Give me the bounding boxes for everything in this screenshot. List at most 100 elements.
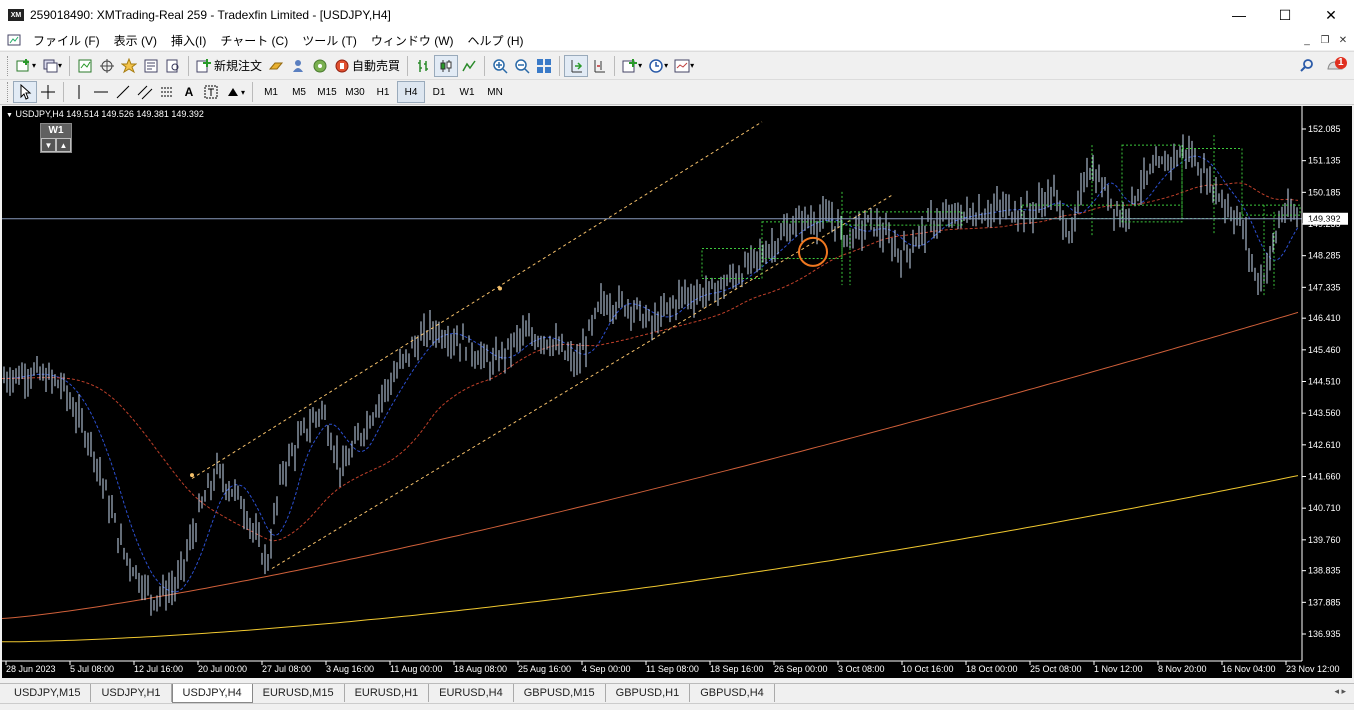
- price-axis-label: 139.760: [1308, 535, 1341, 545]
- menu-window[interactable]: ウィンドウ (W): [364, 32, 461, 49]
- status-bar: [0, 703, 1354, 710]
- auto-scroll-button[interactable]: [564, 54, 589, 77]
- price-axis-label: 143.560: [1308, 408, 1341, 418]
- minimize-button[interactable]: —: [1216, 0, 1262, 30]
- time-axis-label: 4 Sep 00:00: [582, 664, 631, 674]
- time-axis-label: 18 Sep 16:00: [710, 664, 764, 674]
- new-chart-button[interactable]: ▾: [13, 55, 39, 77]
- close-button[interactable]: ✕: [1308, 0, 1354, 30]
- chart-shift-button[interactable]: [588, 55, 610, 77]
- text-label-icon: [204, 85, 218, 99]
- text-tool-button[interactable]: A: [178, 81, 200, 103]
- metaeditor-button[interactable]: [265, 55, 287, 77]
- market-watch-button[interactable]: [74, 55, 96, 77]
- timeframe-m15[interactable]: M15: [313, 81, 341, 103]
- templates-icon: [674, 59, 690, 72]
- price-axis-label: 147.335: [1308, 282, 1341, 292]
- menu-chart[interactable]: チャート (C): [213, 32, 295, 49]
- templates-button[interactable]: ▾: [671, 55, 697, 77]
- data-window-button[interactable]: [96, 55, 118, 77]
- mdi-close-button[interactable]: ✕: [1336, 33, 1350, 47]
- chart-shift-icon: [594, 59, 606, 72]
- time-axis-label: 11 Sep 08:00: [646, 664, 699, 674]
- time-axis-label: 12 Jul 16:00: [134, 664, 183, 674]
- price-axis-label: 136.935: [1308, 629, 1341, 639]
- periods-button[interactable]: ▾: [645, 55, 671, 77]
- tile-windows-button[interactable]: [533, 55, 555, 77]
- tab-gbpusd-m15[interactable]: GBPUSD,M15: [514, 684, 606, 702]
- symbol-tab-bar: USDJPY,M15 USDJPY,H1 USDJPY,H4 EURUSD,M1…: [0, 683, 1354, 703]
- timeframe-h4[interactable]: H4: [397, 81, 426, 103]
- timeframe-d1[interactable]: D1: [425, 81, 453, 103]
- price-axis-label: 140.710: [1308, 503, 1341, 513]
- notifications-button[interactable]: 1: [1322, 55, 1350, 77]
- community-button[interactable]: [287, 55, 309, 77]
- bar-chart-button[interactable]: [412, 55, 434, 77]
- new-order-button[interactable]: 新規注文: [193, 55, 265, 77]
- tab-usdjpy-h1[interactable]: USDJPY,H1: [91, 684, 172, 702]
- navigator-button[interactable]: [118, 55, 140, 77]
- menu-help[interactable]: ヘルプ (H): [461, 32, 531, 49]
- timeframe-mn[interactable]: MN: [481, 81, 509, 103]
- search-icon: [1300, 58, 1313, 72]
- maximize-button[interactable]: ☐: [1262, 0, 1308, 30]
- text-label-button[interactable]: [200, 81, 222, 103]
- price-axis-label: 150.185: [1308, 187, 1341, 197]
- crosshair-tool-button[interactable]: [37, 81, 59, 103]
- search-button[interactable]: [1296, 55, 1318, 77]
- horizontal-line-button[interactable]: [90, 81, 112, 103]
- tab-eurusd-h4[interactable]: EURUSD,H4: [429, 684, 514, 702]
- tab-scroll-arrows[interactable]: ◂ ▸: [1334, 686, 1346, 697]
- mdi-minimize-button[interactable]: _: [1300, 33, 1314, 47]
- window-title: 259018490: XMTrading-Real 259 - Tradexfi…: [30, 8, 391, 22]
- profiles-button[interactable]: ▾: [39, 55, 65, 77]
- period-down-icon[interactable]: ▼: [42, 139, 55, 151]
- time-axis-label: 25 Aug 16:00: [518, 664, 571, 674]
- tab-eurusd-h1[interactable]: EURUSD,H1: [345, 684, 430, 702]
- line-chart-button[interactable]: [458, 55, 480, 77]
- trendline-button[interactable]: [112, 81, 134, 103]
- timeframe-m30[interactable]: M30: [341, 81, 369, 103]
- equidistant-channel-button[interactable]: [134, 81, 156, 103]
- chart-canvas[interactable]: 149.392 152.085151.135150.185149.235148.…: [2, 106, 1352, 678]
- fibonacci-button[interactable]: [156, 81, 178, 103]
- zoom-out-button[interactable]: [511, 55, 533, 77]
- chart-header: ▼ USDJPY,H4 149.514 149.526 149.381 149.…: [6, 109, 204, 119]
- crosshair-icon: [41, 85, 55, 99]
- tab-eurusd-m15[interactable]: EURUSD,M15: [253, 684, 345, 702]
- candlestick-chart-button[interactable]: [434, 54, 459, 77]
- tab-gbpusd-h1[interactable]: GBPUSD,H1: [606, 684, 691, 702]
- menu-tools[interactable]: ツール (T): [295, 32, 364, 49]
- time-axis-label: 28 Jun 2023: [6, 664, 56, 674]
- mdi-restore-button[interactable]: ❐: [1318, 33, 1332, 47]
- tab-usdjpy-m15[interactable]: USDJPY,M15: [4, 684, 92, 702]
- menu-file[interactable]: ファイル (F): [26, 32, 107, 49]
- clock-icon: [649, 58, 663, 73]
- arrows-button[interactable]: ▾: [222, 81, 248, 103]
- arrows-icon: [228, 88, 238, 96]
- price-axis-label: 148.285: [1308, 251, 1341, 261]
- timeframe-m1[interactable]: M1: [257, 81, 285, 103]
- timeframe-w1[interactable]: W1: [453, 81, 481, 103]
- cursor-tool-button[interactable]: [13, 81, 37, 103]
- tile-windows-icon: [537, 58, 552, 73]
- tab-usdjpy-h4[interactable]: USDJPY,H4: [171, 684, 253, 703]
- menu-insert[interactable]: 挿入(I): [164, 32, 213, 49]
- timeframe-m5[interactable]: M5: [285, 81, 313, 103]
- price-axis-label: 138.835: [1308, 566, 1341, 576]
- terminal-button[interactable]: [140, 55, 162, 77]
- zoom-in-button[interactable]: [489, 55, 511, 77]
- period-up-icon[interactable]: ▲: [57, 139, 70, 151]
- tab-gbpusd-h4[interactable]: GBPUSD,H4: [690, 684, 775, 702]
- strategy-tester-button[interactable]: [162, 55, 184, 77]
- indicators-button[interactable]: ▾: [619, 55, 645, 77]
- menu-view[interactable]: 表示 (V): [107, 32, 164, 49]
- chart-window-icon[interactable]: [6, 33, 22, 47]
- price-chart[interactable]: 149.392 152.085 151.135 150.185 149.235 148.…: [2, 106, 1352, 678]
- time-axis-label: 23 Nov 12:00: [1286, 664, 1340, 674]
- vertical-line-button[interactable]: [68, 81, 90, 103]
- timeframe-h1[interactable]: H1: [369, 81, 397, 103]
- auto-trading-button[interactable]: 自動売買: [331, 55, 403, 77]
- signals-button[interactable]: [309, 55, 331, 77]
- trendline-icon: [116, 85, 130, 99]
